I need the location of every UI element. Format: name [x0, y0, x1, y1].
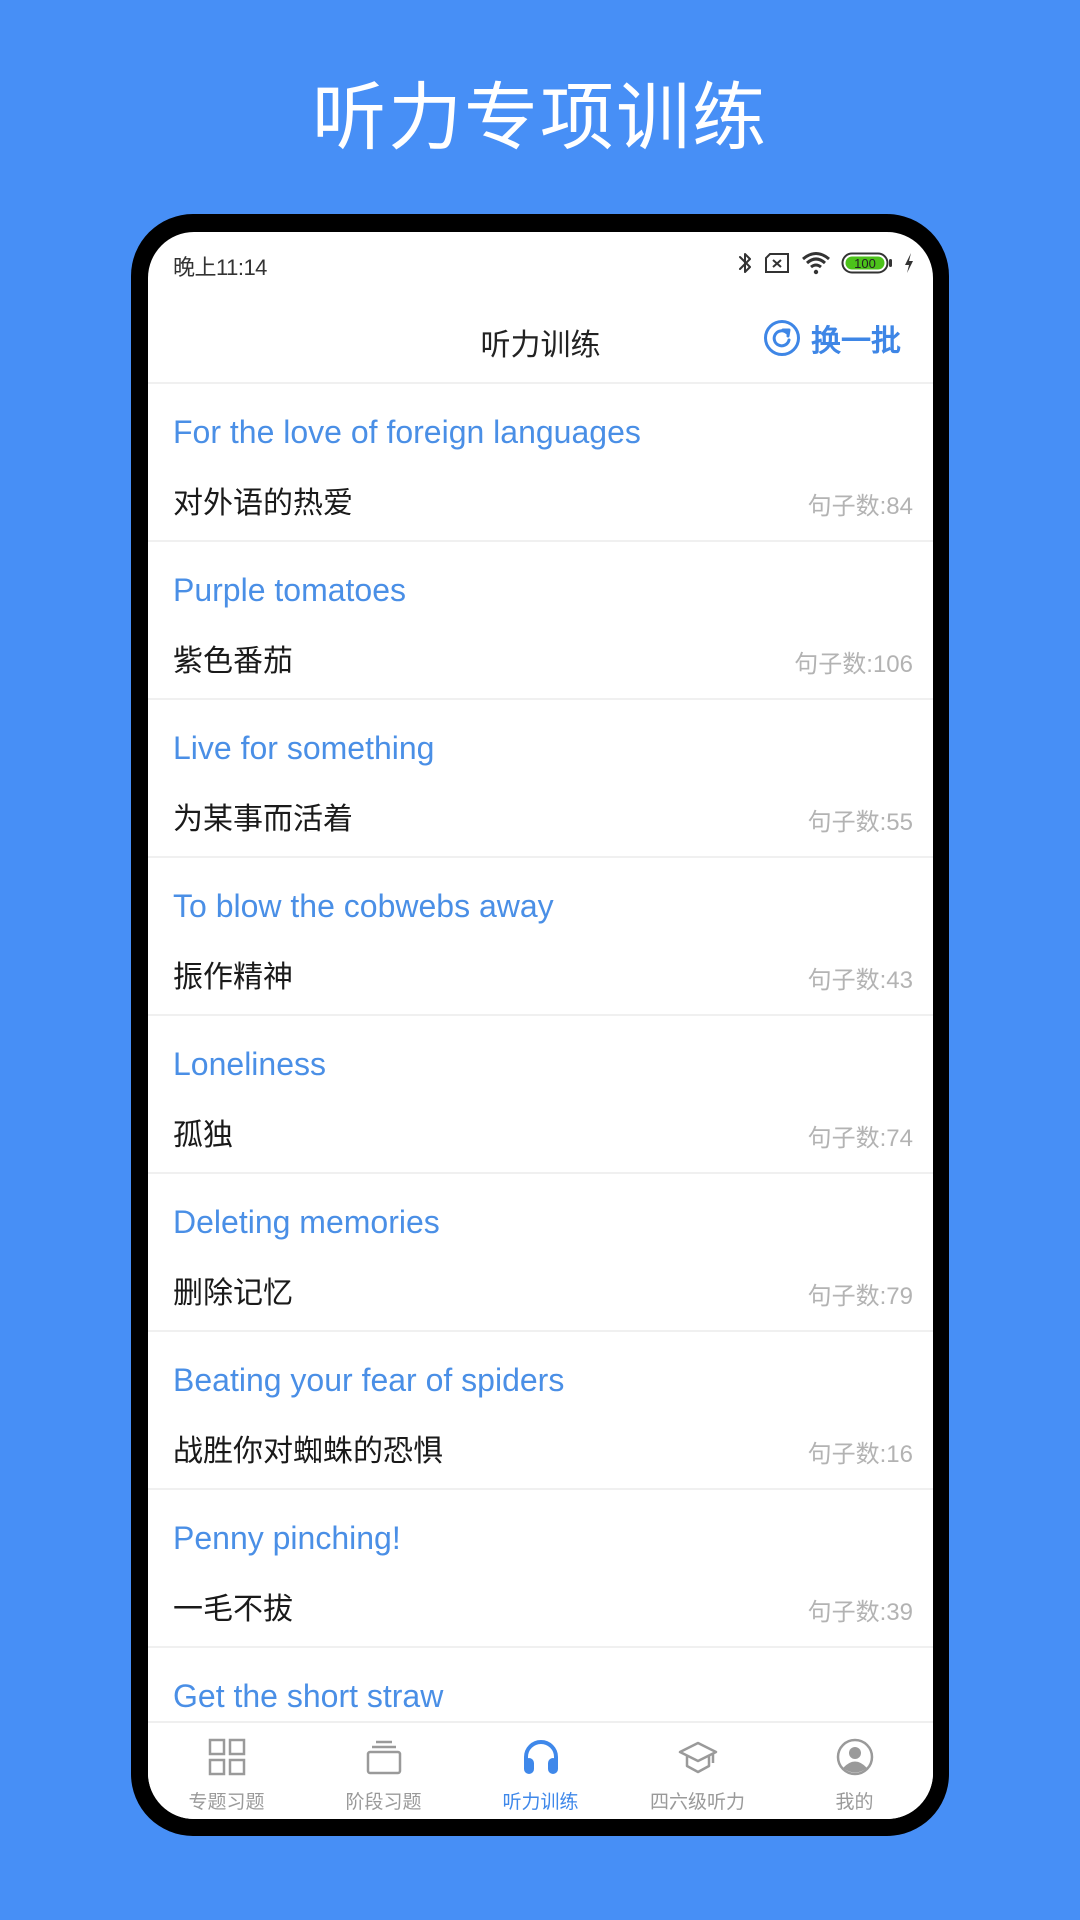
list-item[interactable]: To blow the cobwebs away 振作精神 句子数:43: [148, 858, 933, 1016]
item-sentence-count: 句子数:55: [807, 809, 913, 836]
item-subtitle: 战胜你对蜘蛛的恐惧: [173, 1434, 443, 1469]
refresh-label: 换一批: [811, 325, 901, 358]
list-item[interactable]: Purple tomatoes 紫色番茄 句子数:106: [148, 542, 933, 700]
item-title: Loneliness: [173, 1046, 326, 1082]
nav-label: 专题习题: [188, 1791, 265, 1813]
list-item[interactable]: For the love of foreign languages 对外语的热爱…: [148, 384, 933, 542]
status-bar: 晚上11:14 100: [148, 232, 933, 294]
nav-tab-listening-training[interactable]: 听力训练: [462, 1723, 619, 1819]
item-sentence-count: 句子数:39: [807, 1599, 913, 1626]
item-title: Purple tomatoes: [173, 572, 407, 608]
status-time: 晚上11:14: [173, 255, 267, 280]
list-item[interactable]: Loneliness 孤独 句子数:74: [148, 1016, 933, 1174]
item-title: Live for something: [173, 730, 435, 766]
item-sentence-count: 句子数:106: [794, 651, 913, 678]
item-title: Get the short straw: [173, 1678, 444, 1714]
item-title: For the love of foreign languages: [173, 414, 641, 450]
phone-frame: 晚上11:14 100 听力训练 换一批 For the love of for…: [131, 214, 949, 1836]
item-sentence-count: 句子数:84: [807, 493, 913, 520]
phone-screen: 晚上11:14 100 听力训练 换一批 For the love of for…: [148, 232, 933, 1819]
item-title: To blow the cobwebs away: [173, 888, 554, 924]
status-icons: 100: [737, 250, 915, 276]
list-item[interactable]: Live for something 为某事而活着 句子数:55: [148, 700, 933, 858]
lesson-list: For the love of foreign languages 对外语的热爱…: [148, 384, 933, 1721]
item-subtitle: 删除记忆: [173, 1276, 293, 1311]
promo-title: 听力专项训练: [312, 75, 768, 161]
list-item[interactable]: Penny pinching! 一毛不拔 句子数:39: [148, 1490, 933, 1648]
item-sentence-count: 句子数:43: [807, 967, 913, 994]
item-subtitle: 振作精神: [173, 960, 293, 995]
item-title: Beating your fear of spiders: [173, 1362, 565, 1398]
nav-label: 我的: [835, 1791, 874, 1813]
stack-icon: [366, 1740, 401, 1775]
grid-icon: [208, 1738, 245, 1776]
item-subtitle: 紫色番茄: [173, 644, 293, 679]
item-sentence-count: 句子数:74: [807, 1125, 913, 1152]
charging-icon: [903, 251, 915, 275]
graduation-cap-icon: [678, 1741, 717, 1774]
nav-label: 四六级听力: [649, 1791, 745, 1813]
item-title: Deleting memories: [173, 1204, 440, 1240]
refresh-icon: [764, 320, 800, 356]
list-item[interactable]: Deleting memories 删除记忆 句子数:79: [148, 1174, 933, 1332]
battery-icon: 100: [841, 251, 893, 275]
headphones-icon: [523, 1740, 558, 1774]
bottom-nav: 专题习题 阶段习题 听力训练 四六级听力 我的: [148, 1721, 933, 1819]
nav-tab-stage-exercises[interactable]: 阶段习题: [305, 1723, 462, 1819]
item-subtitle: 为某事而活着: [173, 802, 353, 837]
wifi-icon: [801, 251, 831, 275]
refresh-batch-button[interactable]: 换一批: [763, 316, 901, 360]
item-subtitle: 孤独: [173, 1118, 233, 1153]
battery-level: 100: [854, 256, 876, 271]
nav-tab-profile[interactable]: 我的: [776, 1723, 933, 1819]
list-item[interactable]: Beating your fear of spiders 战胜你对蜘蛛的恐惧 句…: [148, 1332, 933, 1490]
app-header: 听力训练 换一批: [148, 294, 933, 384]
no-sim-icon: [763, 252, 791, 274]
nav-label: 阶段习题: [345, 1791, 422, 1813]
item-subtitle: 对外语的热爱: [173, 486, 353, 521]
nav-tab-topic-exercises[interactable]: 专题习题: [148, 1723, 305, 1819]
item-title: Penny pinching!: [173, 1520, 401, 1556]
nav-label: 听力训练: [502, 1791, 579, 1813]
list-item[interactable]: Get the short straw: [148, 1648, 933, 1721]
bluetooth-icon: [737, 250, 753, 276]
item-sentence-count: 句子数:79: [807, 1283, 913, 1310]
item-sentence-count: 句子数:16: [807, 1441, 913, 1468]
item-subtitle: 一毛不拔: [173, 1592, 293, 1627]
nav-tab-cet-listening[interactable]: 四六级听力: [619, 1723, 776, 1819]
user-circle-icon: [836, 1738, 873, 1776]
